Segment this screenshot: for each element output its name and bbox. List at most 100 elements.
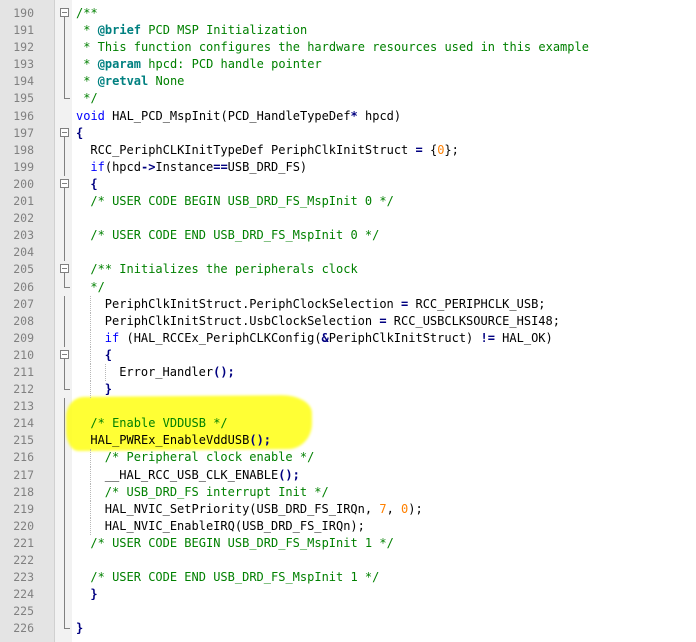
code-line[interactable]: 226} (0, 620, 696, 637)
fold-guide-line (58, 312, 72, 330)
code-token: HAL_NVIC_EnableIRQ(USB_DRD_FS_IRQn); (104, 518, 365, 533)
code-text: if(hpcd->Instance==USB_DRD_FS) (90, 159, 307, 176)
code-token: , (386, 501, 402, 516)
code-text: } (76, 620, 83, 637)
code-line[interactable]: 206 */ (0, 278, 696, 296)
code-line[interactable]: 197 { (0, 125, 696, 143)
code-line[interactable]: 202 (0, 210, 696, 228)
indent-guide (90, 312, 92, 330)
fold-collapse-icon[interactable] (58, 261, 72, 280)
indent-guide (104, 363, 106, 382)
fold-guide-line (58, 73, 72, 91)
code-line[interactable]: 198 RCC_PeriphCLKInitTypeDef PeriphClkIni… (0, 141, 696, 159)
code-line[interactable]: 208 PeriphClkInitStruct.UsbClockSelection… (0, 312, 696, 330)
code-line[interactable]: 223 /* USER CODE END USB_DRD_FS_MspInit 1… (0, 569, 696, 587)
code-line[interactable]: 194 * @retval None (0, 73, 696, 91)
line-number: 190 (13, 6, 34, 20)
code-text: /* Enable VDDUSB */ (90, 415, 227, 432)
fold-collapse-icon[interactable] (58, 347, 72, 365)
code-token: } (104, 382, 113, 397)
indent-guide (90, 381, 92, 399)
fold-guide-line (58, 432, 72, 450)
fold-collapse-icon[interactable] (58, 5, 72, 23)
code-line[interactable]: 224} (0, 586, 696, 604)
code-line[interactable]: 203 /* USER CODE END USB_DRD_FS_MspInit 0… (0, 227, 696, 245)
code-text: * This function configures the hardware … (76, 39, 589, 56)
line-number: 206 (13, 279, 34, 294)
line-number: 223 (13, 570, 34, 585)
code-token: == (213, 159, 228, 174)
code-token: (HAL_RCCEx_PeriphCLKConfig( (119, 330, 322, 345)
code-token: RCC_PERIPHCLK_USB; (408, 296, 546, 311)
code-line[interactable]: 201 /* USER CODE BEGIN USB_DRD_FS_MspInit… (0, 193, 696, 211)
code-line[interactable]: 222 (0, 552, 696, 570)
code-token: HAL_OK) (494, 330, 553, 345)
fold-collapse-icon[interactable] (58, 125, 72, 143)
code-token: @retval (97, 74, 149, 89)
code-line[interactable]: 217 __HAL_RCC_USB_CLK_ENABLE(); (0, 466, 696, 484)
fold-collapse-icon[interactable] (58, 176, 72, 194)
line-number: 193 (13, 57, 34, 72)
code-editor[interactable]: 190 /** 191 * @brief PCD MSP Initializatio… (0, 0, 696, 642)
code-token: @param (97, 57, 142, 72)
code-token: HAL_PWREx_EnableVddUSB (90, 433, 250, 448)
code-line[interactable]: 215 HAL_PWREx_EnableVddUSB(); (0, 432, 696, 450)
code-text: */ (90, 279, 104, 296)
code-line[interactable]: 214 /* Enable VDDUSB */ (0, 415, 696, 433)
code-line[interactable]: 211 Error_Handler(); (0, 363, 696, 382)
code-token: * (76, 74, 98, 89)
code-line[interactable]: 199 if(hpcd->Instance==USB_DRD_FS) (0, 158, 696, 176)
fold-guide-line (58, 466, 72, 484)
code-text: /* USB_DRD_FS interrupt Init */ (105, 484, 329, 501)
code-line[interactable]: 193 * @param hpcd: PCD handle pointer (0, 56, 696, 74)
code-line[interactable]: 225 (0, 603, 696, 621)
code-line[interactable]: 192 * This function configures the hardw… (0, 39, 696, 57)
code-text: * @retval None (76, 73, 184, 90)
fold-guide-line (58, 483, 72, 501)
code-text: } (105, 381, 112, 398)
code-token: if (104, 330, 120, 345)
code-line[interactable]: 221 /* USER CODE BEGIN USB_DRD_FS_MspInit… (0, 534, 696, 552)
code-line[interactable]: 191 * @brief PCD MSP Initialization (0, 22, 696, 40)
indent-guide (90, 329, 92, 347)
code-line[interactable]: 219 HAL_NVIC_SetPriority(USB_DRD_FS_IRQn,… (0, 500, 696, 518)
code-token: /** (76, 6, 98, 20)
fold-guide-line (58, 39, 72, 57)
code-line[interactable]: 204 (0, 244, 696, 262)
code-line[interactable]: 196 void HAL_PCD_MspInit(PCD_HandleTypeDe… (0, 108, 696, 125)
code-line[interactable]: 207 PeriphClkInitStruct.PeriphClockSelect… (0, 295, 696, 313)
code-line[interactable]: 209 if (HAL_RCCEx_PeriphCLKConfig(&Periph… (0, 329, 696, 347)
code-token: } (90, 587, 98, 602)
line-number: 208 (13, 313, 34, 328)
line-number: 211 (13, 364, 34, 379)
code-token: -> (140, 159, 156, 174)
line-number: 194 (13, 74, 34, 89)
code-token: ); (408, 501, 423, 516)
code-line[interactable]: 213 (0, 398, 696, 416)
code-line[interactable]: 218 /* USB_DRD_FS interrupt Init */ (0, 483, 696, 501)
code-line[interactable]: 220 HAL_NVIC_EnableIRQ(USB_DRD_FS_IRQn); (0, 517, 696, 535)
code-token: (); (249, 433, 272, 448)
code-token: Error_Handler (119, 364, 214, 379)
code-token: { (90, 176, 98, 191)
code-line[interactable]: 210 { (0, 346, 696, 365)
code-line[interactable]: 205 /** Initializes the peripherals clock (0, 261, 696, 280)
code-line[interactable]: 200 { (0, 176, 696, 194)
code-line[interactable]: 195 */ (0, 90, 696, 107)
line-number: 202 (13, 211, 34, 226)
line-number: 203 (13, 228, 34, 243)
fold-guide-line (58, 244, 72, 262)
code-token: != (480, 330, 495, 345)
code-line[interactable]: 190 /** (0, 5, 696, 23)
code-token: if (90, 159, 105, 174)
fold-empty (58, 108, 72, 125)
line-number: 201 (13, 194, 34, 209)
fold-end-marker (58, 381, 72, 398)
code-line[interactable]: 212} (0, 381, 696, 399)
code-line[interactable]: 216 /* Peripheral clock enable */ (0, 449, 696, 467)
line-number: 207 (13, 296, 34, 311)
fold-guide-line (58, 500, 72, 518)
code-token: }; (444, 142, 459, 157)
code-text: * @param hpcd: PCD handle pointer (76, 56, 321, 73)
line-number: 219 (13, 501, 34, 516)
